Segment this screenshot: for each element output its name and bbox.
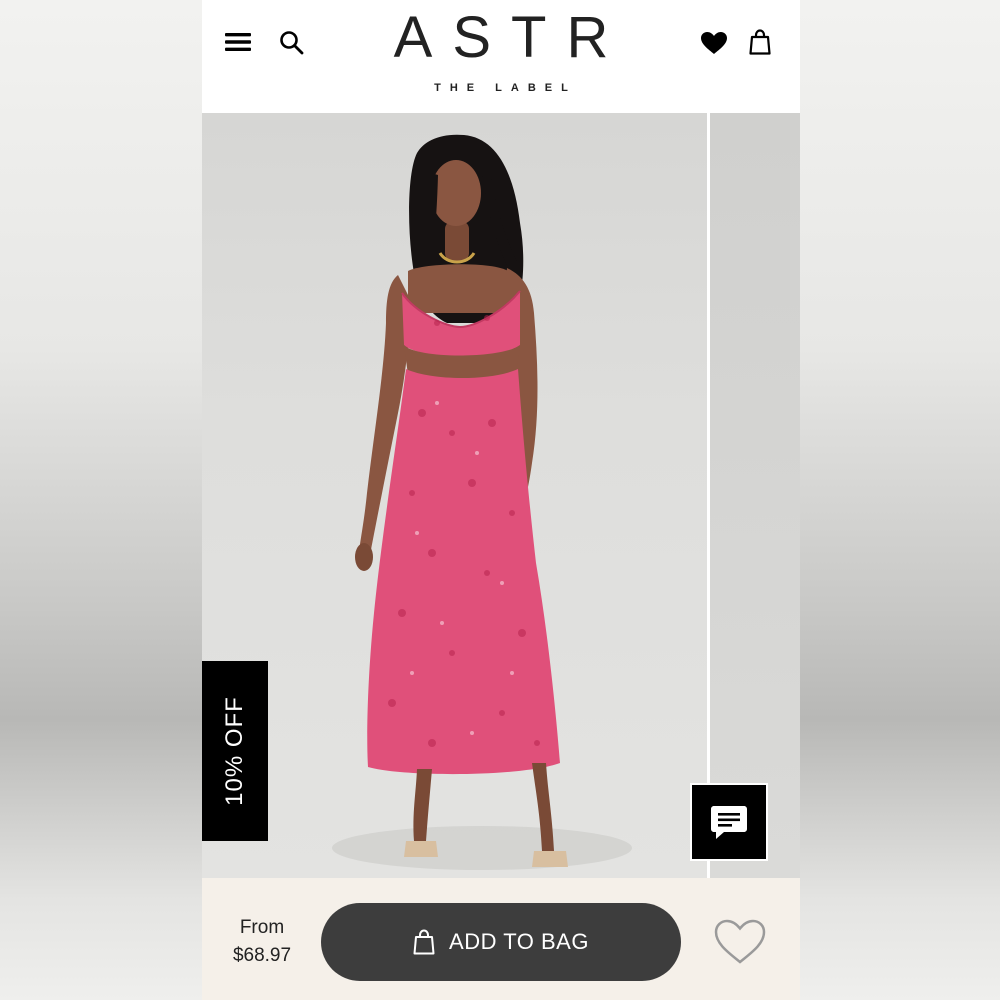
purchase-bar: From $68.97 ADD TO BAG bbox=[202, 878, 800, 1000]
product-image-gallery[interactable]: 10% OFF bbox=[202, 113, 800, 878]
background-right bbox=[800, 0, 1000, 1000]
chat-button[interactable] bbox=[690, 783, 768, 861]
product-photo-next-peek[interactable] bbox=[710, 113, 800, 878]
heart-filled-icon bbox=[701, 32, 727, 54]
search-icon bbox=[280, 31, 304, 55]
mobile-page: ASTR THE LABEL 10% OFF From $68.97 ADD T… bbox=[202, 0, 800, 1000]
price-prefix: From bbox=[239, 917, 285, 938]
background-left bbox=[0, 0, 202, 1000]
price-block: From $68.97 bbox=[226, 914, 298, 970]
add-to-wishlist-button[interactable] bbox=[712, 918, 768, 966]
add-to-bag-label: ADD TO BAG bbox=[449, 929, 589, 954]
cart-button[interactable] bbox=[744, 26, 776, 58]
shopping-bag-icon bbox=[749, 29, 771, 55]
site-header: ASTR THE LABEL bbox=[202, 0, 800, 113]
brand-logo[interactable]: ASTR bbox=[362, 6, 640, 70]
product-photo-main[interactable]: 10% OFF bbox=[202, 113, 707, 878]
heart-outline-icon bbox=[714, 919, 766, 964]
wishlist-button[interactable] bbox=[698, 28, 730, 58]
discount-badge: 10% OFF bbox=[202, 661, 268, 841]
add-to-bag-button[interactable]: ADD TO BAG bbox=[321, 903, 681, 981]
chat-message-icon bbox=[711, 806, 747, 839]
model-in-dress-image bbox=[332, 134, 632, 870]
price-value: $68.97 bbox=[232, 945, 292, 966]
shopping-bag-icon bbox=[413, 929, 435, 955]
discount-badge-label: 10% OFF bbox=[221, 696, 249, 806]
menu-button[interactable] bbox=[222, 28, 254, 56]
hamburger-menu-icon bbox=[225, 33, 251, 51]
search-button[interactable] bbox=[276, 28, 308, 58]
brand-tagline: THE LABEL bbox=[434, 82, 577, 94]
